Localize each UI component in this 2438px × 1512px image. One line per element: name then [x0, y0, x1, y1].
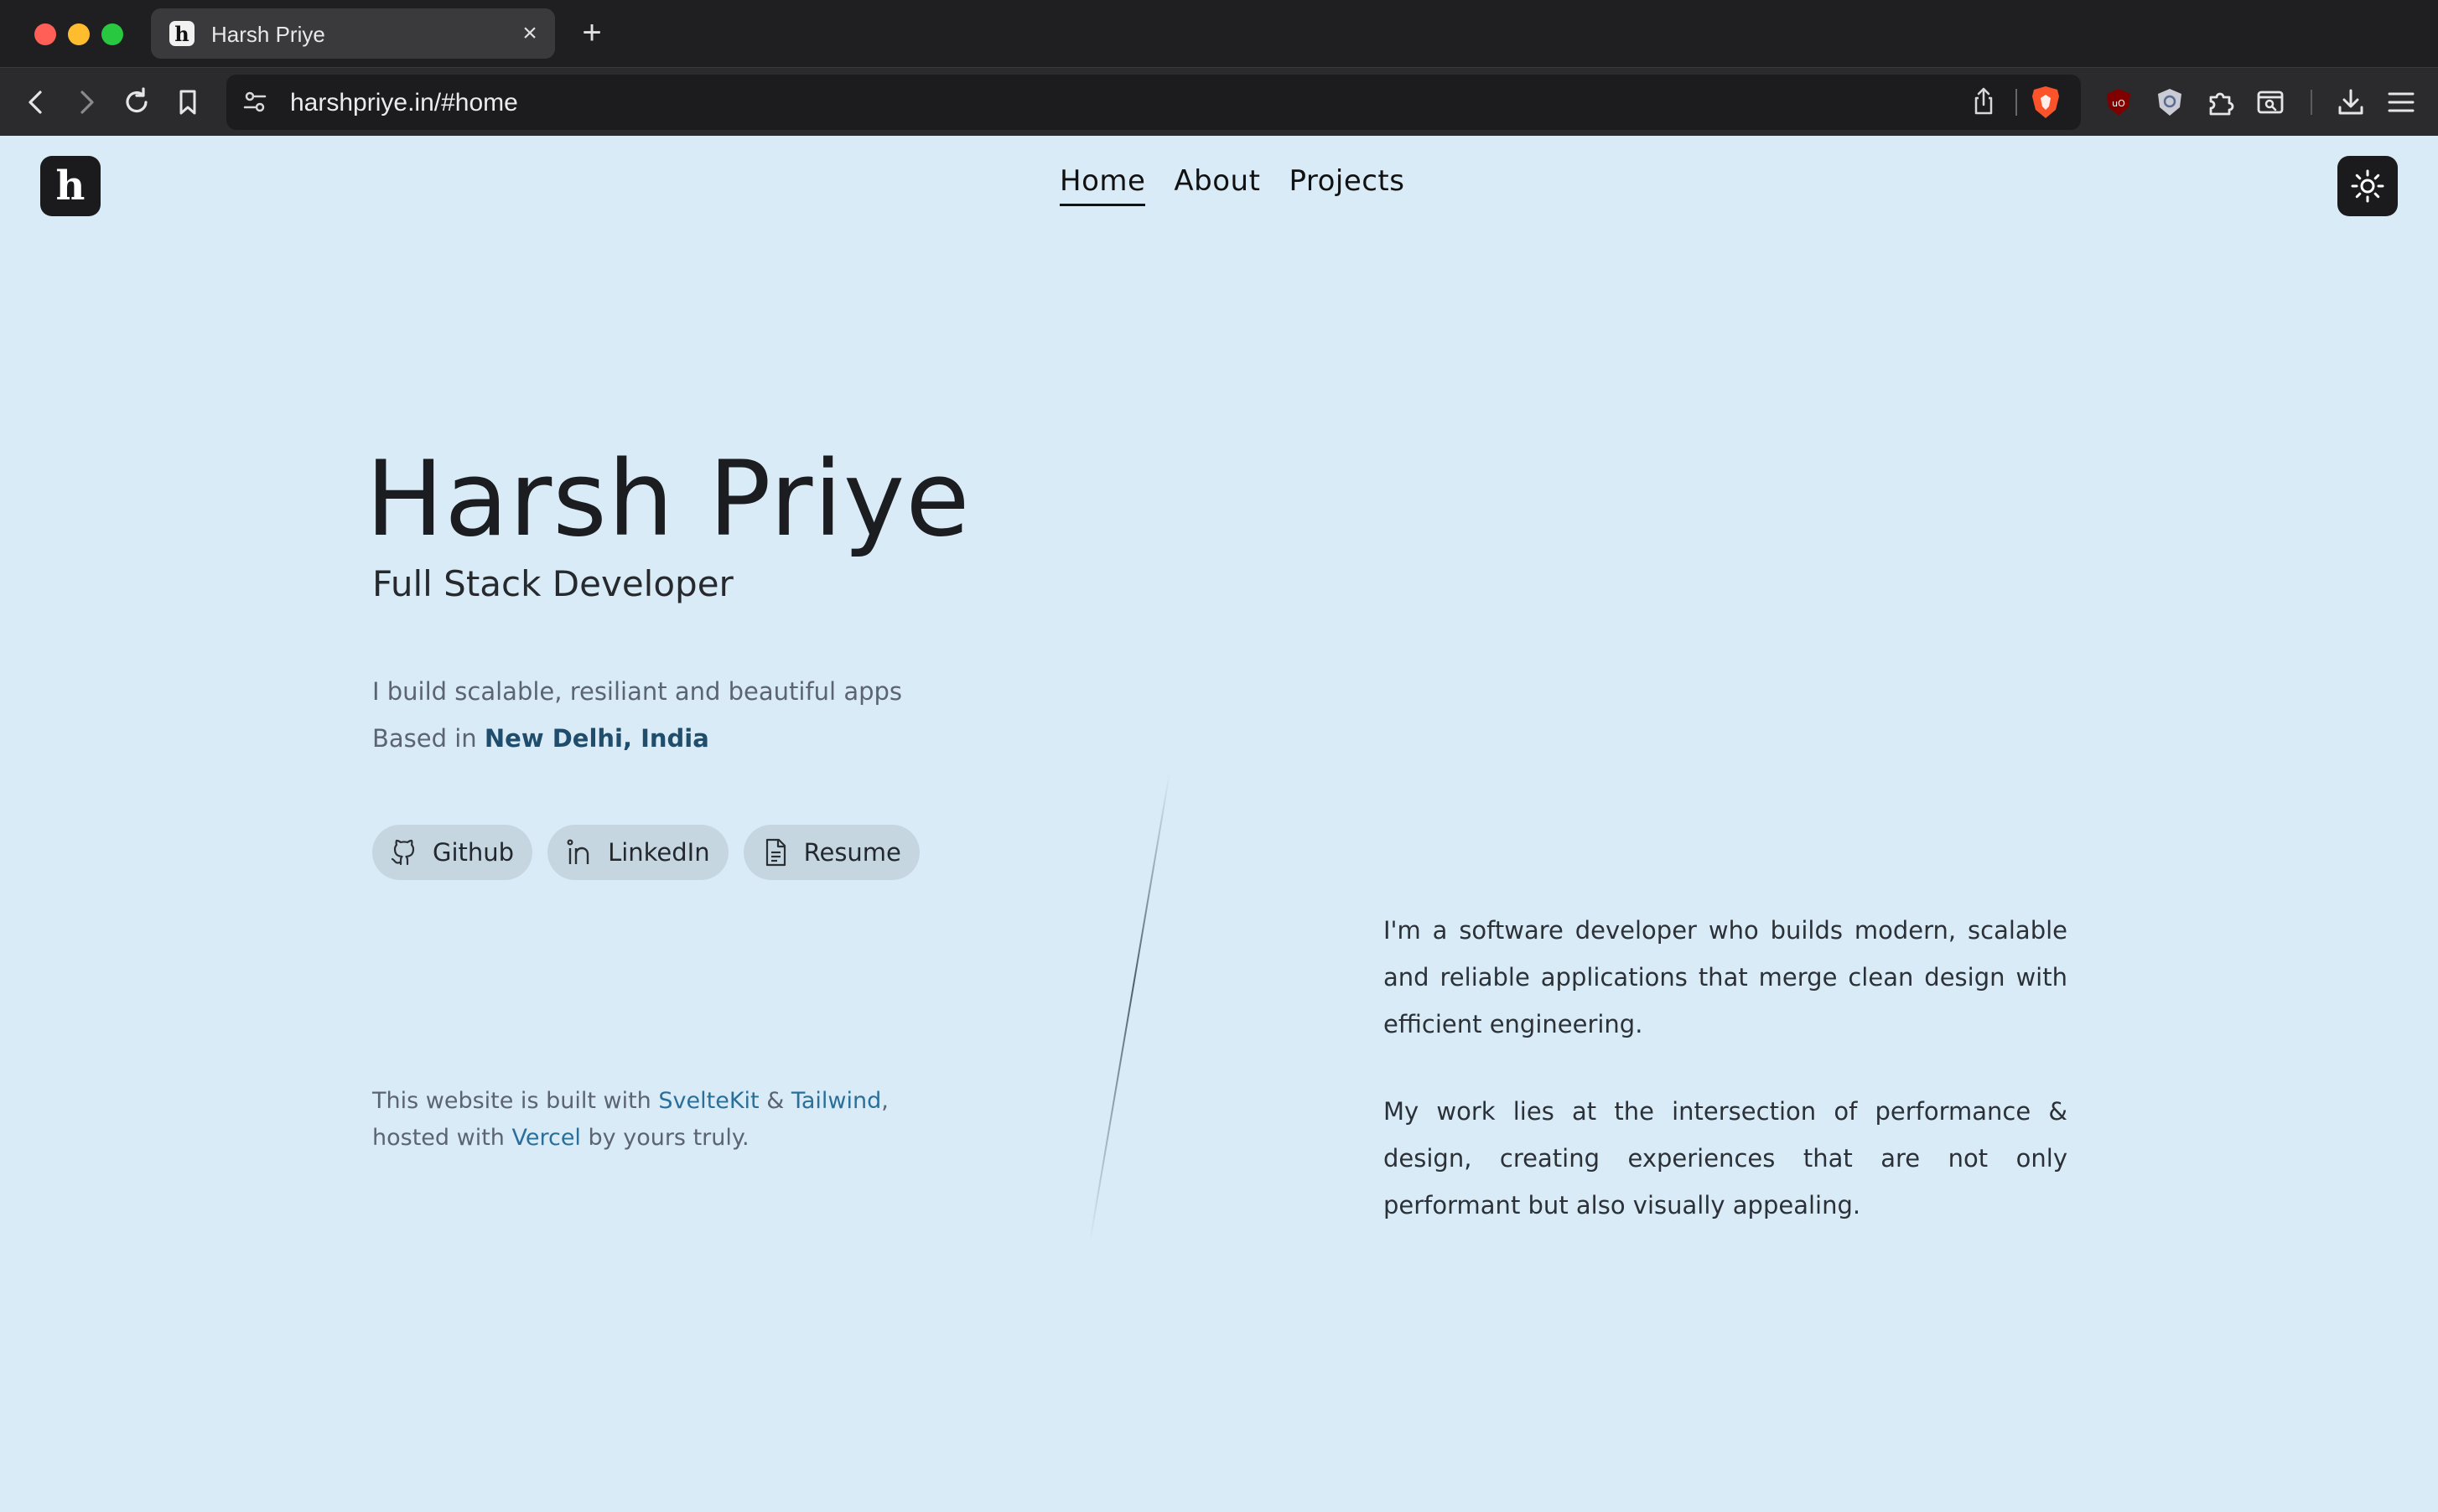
resume-label: Resume [803, 838, 901, 867]
share-icon[interactable] [1967, 85, 2000, 118]
nav-about-link[interactable]: About [1174, 164, 1260, 206]
downloads-icon[interactable] [2332, 84, 2369, 121]
toolbar-separator [2311, 90, 2312, 115]
linkedin-icon [567, 839, 589, 864]
decorative-divider [1089, 773, 1170, 1242]
github-label: Github [433, 838, 515, 867]
browser-tab[interactable]: h Harsh Priye × [151, 8, 555, 59]
reload-icon[interactable] [118, 84, 155, 121]
about-paragraph-1: I'm a software developer who builds mode… [1383, 916, 2067, 1038]
hero-tagline: I build scalable, resiliant and beautifu… [372, 677, 903, 706]
vercel-link[interactable]: Vercel [511, 1125, 580, 1151]
ublock-icon[interactable]: uO [2100, 84, 2137, 121]
github-icon [391, 839, 415, 866]
nav-projects-link[interactable]: Projects [1289, 164, 1404, 206]
theme-toggle-button[interactable] [2337, 156, 2398, 216]
main-nav: Home About Projects [1060, 164, 1404, 206]
hero-name: Harsh Priye [366, 439, 971, 560]
page-content: h Home About Projects Harsh Priye Full S… [0, 136, 2438, 1512]
browser-toolbar: harshpriye.in/#home uO [0, 67, 2438, 136]
sveltekit-link[interactable]: SvelteKit [658, 1088, 759, 1114]
location-prefix: Based in [372, 724, 485, 753]
tab-title: Harsh Priye [211, 22, 325, 47]
bookmark-icon[interactable] [169, 84, 206, 121]
nav-home-link[interactable]: Home [1060, 164, 1146, 206]
hero-role: Full Stack Developer [372, 563, 734, 604]
linkedin-button[interactable]: LinkedIn [547, 825, 729, 880]
forward-icon[interactable] [67, 84, 104, 121]
url-text[interactable]: harshpriye.in/#home [290, 89, 518, 117]
credits-amp: & [759, 1088, 791, 1114]
github-button[interactable]: Github [372, 825, 533, 880]
credits-suffix: by yours truly. [580, 1125, 750, 1151]
address-bar[interactable]: harshpriye.in/#home [226, 75, 2081, 130]
tailwind-link[interactable]: Tailwind [791, 1088, 881, 1114]
tab-close-icon[interactable]: × [516, 20, 543, 47]
brave-shields-icon[interactable] [2029, 85, 2062, 120]
credits-prefix: This website is built with [372, 1088, 659, 1114]
close-window-button[interactable] [34, 23, 56, 45]
zoom-window-button[interactable] [101, 23, 123, 45]
browser-tab-bar: h Harsh Priye × + [0, 0, 2438, 67]
extensions-icon[interactable] [2202, 84, 2239, 121]
location-value: New Delhi, India [484, 724, 709, 753]
svg-text:uO: uO [2112, 98, 2125, 109]
reader-mode-icon[interactable] [2252, 84, 2289, 121]
url-separator [2015, 89, 2017, 116]
site-settings-icon[interactable] [238, 85, 272, 118]
site-logo[interactable]: h [40, 156, 101, 216]
social-links: Github LinkedIn Resume [372, 825, 920, 880]
minimize-window-button[interactable] [68, 23, 90, 45]
linkedin-label: LinkedIn [608, 838, 710, 867]
about-summary: I'm a software developer who builds mode… [1383, 907, 2067, 1229]
credits-hosted: hosted with [372, 1125, 512, 1151]
privacy-extension-icon[interactable] [2151, 84, 2188, 121]
about-paragraph-2: My work lies at the intersection of perf… [1383, 1097, 2067, 1219]
sun-icon [2351, 169, 2384, 203]
new-tab-button[interactable]: + [575, 16, 609, 50]
site-credits: This website is built with SvelteKit & T… [372, 1083, 959, 1157]
menu-icon[interactable] [2383, 84, 2420, 121]
tab-favicon-icon: h [169, 21, 195, 46]
document-icon [765, 838, 786, 867]
resume-button[interactable]: Resume [743, 825, 920, 880]
hero-location: Based in New Delhi, India [372, 724, 709, 753]
back-icon[interactable] [18, 84, 55, 121]
credits-comma: , [881, 1088, 889, 1114]
